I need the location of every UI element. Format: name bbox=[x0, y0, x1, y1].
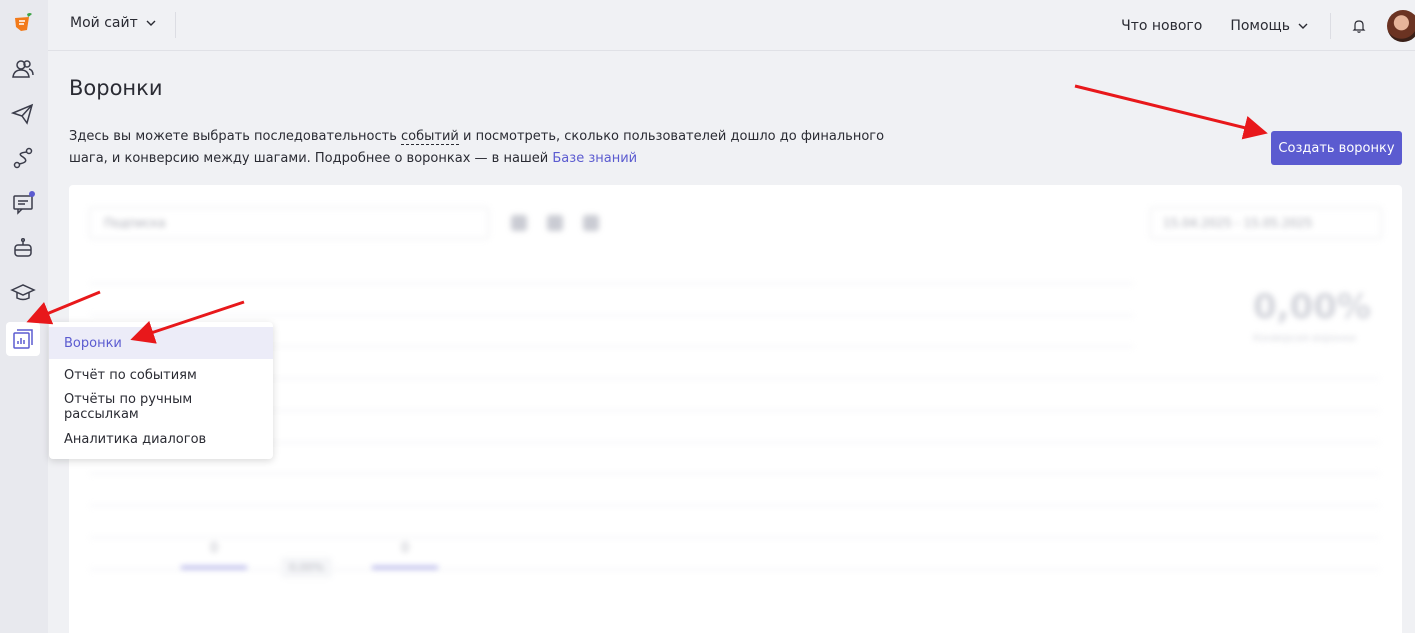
academy-icon[interactable] bbox=[6, 276, 40, 310]
menu-item-manual-mailings[interactable]: Отчёты по ручным рассылкам bbox=[49, 391, 273, 423]
step-bar bbox=[181, 566, 247, 569]
create-funnel-button[interactable]: Создать воронку bbox=[1271, 131, 1402, 165]
grid-line bbox=[89, 410, 1380, 411]
left-rail bbox=[0, 0, 48, 633]
trash-icon bbox=[583, 215, 599, 231]
page-description: Здесь вы можете выбрать последовательнос… bbox=[69, 126, 899, 170]
knowledge-base-link[interactable]: Базе знаний bbox=[552, 151, 637, 166]
topbar-right: Что нового Помощь bbox=[1121, 0, 1415, 51]
step-value: 0 bbox=[401, 541, 410, 556]
whats-new-link[interactable]: Что нового bbox=[1121, 18, 1202, 34]
contacts-icon[interactable] bbox=[6, 52, 40, 86]
bell-icon[interactable] bbox=[1351, 18, 1367, 34]
date-range: 15.04.2025 - 15.05.2025 bbox=[1150, 207, 1382, 239]
step-value: 0 bbox=[210, 541, 219, 556]
funnel-select: Подписка bbox=[89, 207, 489, 239]
analytics-icon[interactable] bbox=[6, 322, 40, 356]
help-menu[interactable]: Помощь bbox=[1230, 18, 1308, 34]
grid-line bbox=[89, 442, 1380, 443]
desc-text: Здесь вы можете выбрать последовательнос… bbox=[69, 129, 402, 144]
chat-icon[interactable] bbox=[6, 186, 40, 220]
analytics-menu: Воронки Отчёт по событиям Отчёты по ручн… bbox=[49, 322, 273, 459]
topbar-divider bbox=[175, 12, 176, 38]
grid-line bbox=[89, 283, 1134, 284]
chevron-down-icon bbox=[1298, 23, 1308, 29]
site-selector[interactable]: Мой сайт bbox=[70, 15, 156, 31]
help-label: Помощь bbox=[1230, 17, 1290, 34]
conversion-label: Конверсия воронки bbox=[1253, 333, 1356, 344]
bot-icon[interactable] bbox=[6, 231, 40, 265]
grid-line bbox=[89, 537, 1380, 538]
menu-item-dialog-analytics[interactable]: Аналитика диалогов bbox=[49, 423, 273, 455]
menu-item-funnels[interactable]: Воронки bbox=[49, 327, 273, 359]
chevron-down-icon bbox=[146, 20, 156, 26]
notification-dot bbox=[29, 191, 35, 197]
grid-line bbox=[89, 315, 1134, 316]
events-tooltip-link[interactable]: событий bbox=[401, 129, 459, 145]
menu-item-events-report[interactable]: Отчёт по событиям bbox=[49, 359, 273, 391]
topbar-divider bbox=[1330, 12, 1331, 39]
grid-line bbox=[89, 505, 1380, 506]
copy-icon bbox=[547, 215, 563, 231]
grid-line bbox=[89, 473, 1380, 474]
grid-line bbox=[89, 378, 1380, 379]
site-selector-label: Мой сайт bbox=[70, 15, 138, 31]
mailing-icon[interactable] bbox=[6, 97, 40, 131]
logo-icon[interactable] bbox=[6, 6, 40, 40]
page-title: Воронки bbox=[69, 76, 163, 100]
automation-icon[interactable] bbox=[6, 141, 40, 175]
topbar: Мой сайт Что нового Помощь bbox=[48, 0, 1415, 51]
conversion-value: 0,00% bbox=[1253, 287, 1371, 327]
arrow-to-create-button bbox=[1074, 84, 1268, 140]
avatar[interactable] bbox=[1387, 9, 1415, 42]
edit-icon bbox=[511, 215, 527, 231]
step-bar bbox=[372, 566, 438, 569]
step-conversion: 0,00% bbox=[281, 557, 332, 578]
